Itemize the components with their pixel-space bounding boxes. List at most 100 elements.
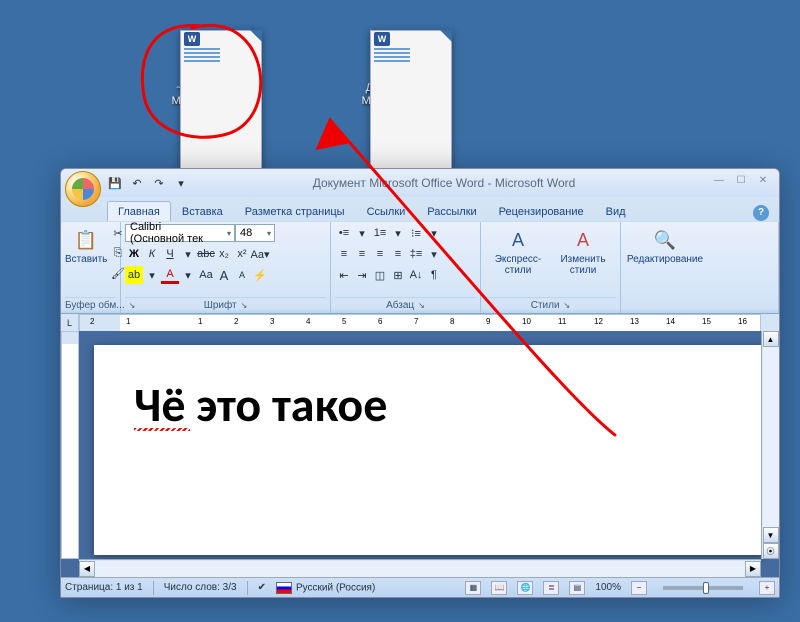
group-label[interactable]: Абзац [335,297,476,313]
maximize-button[interactable]: ☐ [733,175,749,189]
undo-button[interactable]: ↶ [129,175,145,191]
outline-view-button[interactable]: ≣ [543,581,559,595]
strike-button[interactable]: abc [197,245,215,263]
zoom-slider[interactable] [663,586,743,590]
group-label[interactable]: Стили [485,297,616,313]
document-page[interactable]: Чё это такое [94,345,764,555]
zoom-level[interactable]: 100% [595,582,621,593]
qat-more-button[interactable]: ▾ [173,175,189,191]
highlight-more[interactable]: ▾ [143,266,161,284]
superscript-button[interactable]: x² [233,245,251,263]
help-button[interactable]: ? [753,205,769,221]
document-text[interactable]: Чё это такое [134,375,724,434]
numbering-button[interactable]: 1≡ [371,224,389,242]
scroll-right-button[interactable]: ▶ [745,561,761,577]
bullets-more[interactable]: ▾ [353,224,371,242]
web-view-button[interactable]: 🌐 [517,581,533,595]
desktop-icon-temp-doc[interactable]: W ~$кумент Microsoft ... [160,30,240,108]
status-lang[interactable]: Русский (Россия) [276,582,375,594]
redo-button[interactable]: ↷ [151,175,167,191]
tab-insert[interactable]: Вставка [171,201,234,221]
highlight-button[interactable]: ab [125,266,143,284]
titlebar[interactable]: 💾 ↶ ↷ ▾ Документ Microsoft Office Word -… [61,169,779,197]
paste-button[interactable]: 📋 Вставить [65,224,107,265]
status-page[interactable]: Страница: 1 из 1 [65,582,143,593]
editing-button[interactable]: 🔍 Редактирование [625,224,705,265]
underline-button[interactable]: Ч [161,245,179,263]
change-case-button[interactable]: Aa [197,266,215,284]
quick-styles-button[interactable]: A Экспресс-стили [485,224,551,276]
italic-button[interactable]: К [143,245,161,263]
font-size-select[interactable]: 48 [235,224,275,242]
draft-view-button[interactable]: ▤ [569,581,585,595]
tab-mailings[interactable]: Рассылки [416,201,487,221]
ruler-toggle-button[interactable]: L [61,314,79,332]
page-view[interactable]: Чё это такое [79,331,779,577]
align-center-button[interactable]: ≡ [353,245,371,263]
ruler-tick: 1 [198,317,202,326]
reading-view-button[interactable]: 📖 [491,581,507,595]
change-styles-button[interactable]: A Изменить стили [553,224,613,276]
shrink-font-button[interactable]: A [233,266,251,284]
tab-references[interactable]: Ссылки [356,201,417,221]
justify-button[interactable]: ≡ [389,245,407,263]
editing-label: Редактирование [625,254,705,265]
dec-indent-button[interactable]: ⇤ [335,266,353,284]
scroll-track[interactable] [763,347,779,527]
grow-font-button[interactable]: A [215,266,233,284]
scroll-left-button[interactable]: ◀ [79,561,95,577]
vertical-ruler[interactable] [61,331,79,559]
horizontal-ruler[interactable]: 2112345678910111213141516 [79,314,761,332]
status-proofing-icon[interactable]: ✔ [258,582,266,593]
tab-layout[interactable]: Разметка страницы [234,201,356,221]
group-clipboard: 📋 Вставить ✂ ⎘ 🖌 Буфер обм... [61,222,121,313]
bullets-button[interactable]: •≡ [335,224,353,242]
clear-format-button[interactable]: Aa▾ [251,245,269,263]
multilevel-more[interactable]: ▾ [425,224,443,242]
scroll-down-button[interactable]: ▼ [763,527,779,543]
group-label[interactable]: Буфер обм... [65,297,116,313]
sort-button[interactable]: A↓ [407,266,425,284]
tab-view[interactable]: Вид [595,201,637,221]
font-color-button[interactable]: A [161,266,179,284]
font-color-more[interactable]: ▾ [179,266,197,284]
word-doc-icon: W [176,30,224,78]
show-marks-button[interactable]: ¶ [425,266,443,284]
flag-icon [276,582,292,594]
scroll-track[interactable] [95,561,745,577]
align-left-button[interactable]: ≡ [335,245,353,263]
browse-object-button[interactable]: ⦿ [763,543,779,559]
change-styles-label: Изменить стили [553,254,613,276]
zoom-in-button[interactable]: + [759,581,775,595]
minimize-button[interactable]: — [711,175,727,189]
bold-button[interactable]: Ж [125,245,143,263]
group-label[interactable]: Шрифт [125,297,326,313]
font-name-select[interactable]: Calibri (Основной тек [125,224,235,242]
tab-review[interactable]: Рецензирование [488,201,595,221]
multilevel-button[interactable]: ⁝≡ [407,224,425,242]
shading-button[interactable]: ◫ [371,266,389,284]
save-button[interactable]: 💾 [107,175,123,191]
line-spacing-more[interactable]: ▾ [425,245,443,263]
print-layout-view-button[interactable]: ▦ [465,581,481,595]
office-button[interactable] [65,171,101,207]
tab-home[interactable]: Главная [107,201,171,221]
align-right-button[interactable]: ≡ [371,245,389,263]
subscript-button[interactable]: x₂ [215,245,233,263]
close-button[interactable]: ✕ [755,175,771,189]
horizontal-scrollbar[interactable]: ◀ ▶ [79,559,761,577]
line-spacing-button[interactable]: ‡≡ [407,245,425,263]
ruler-tick: 16 [738,317,747,326]
scroll-up-button[interactable]: ▲ [763,331,779,347]
status-words[interactable]: Число слов: 3/3 [164,582,237,593]
vertical-scrollbar[interactable]: ▲ ▼ ⦿ [761,331,779,559]
desktop-icon-doc[interactable]: W Документ Microsoft ... [350,30,430,108]
numbering-more[interactable]: ▾ [389,224,407,242]
ruler-tick: 10 [522,317,531,326]
clear-all-button[interactable]: ⚡ [251,266,269,284]
inc-indent-button[interactable]: ⇥ [353,266,371,284]
ruler-tick: 4 [306,317,310,326]
borders-button[interactable]: ⊞ [389,266,407,284]
zoom-out-button[interactable]: − [631,581,647,595]
underline-more[interactable]: ▾ [179,245,197,263]
